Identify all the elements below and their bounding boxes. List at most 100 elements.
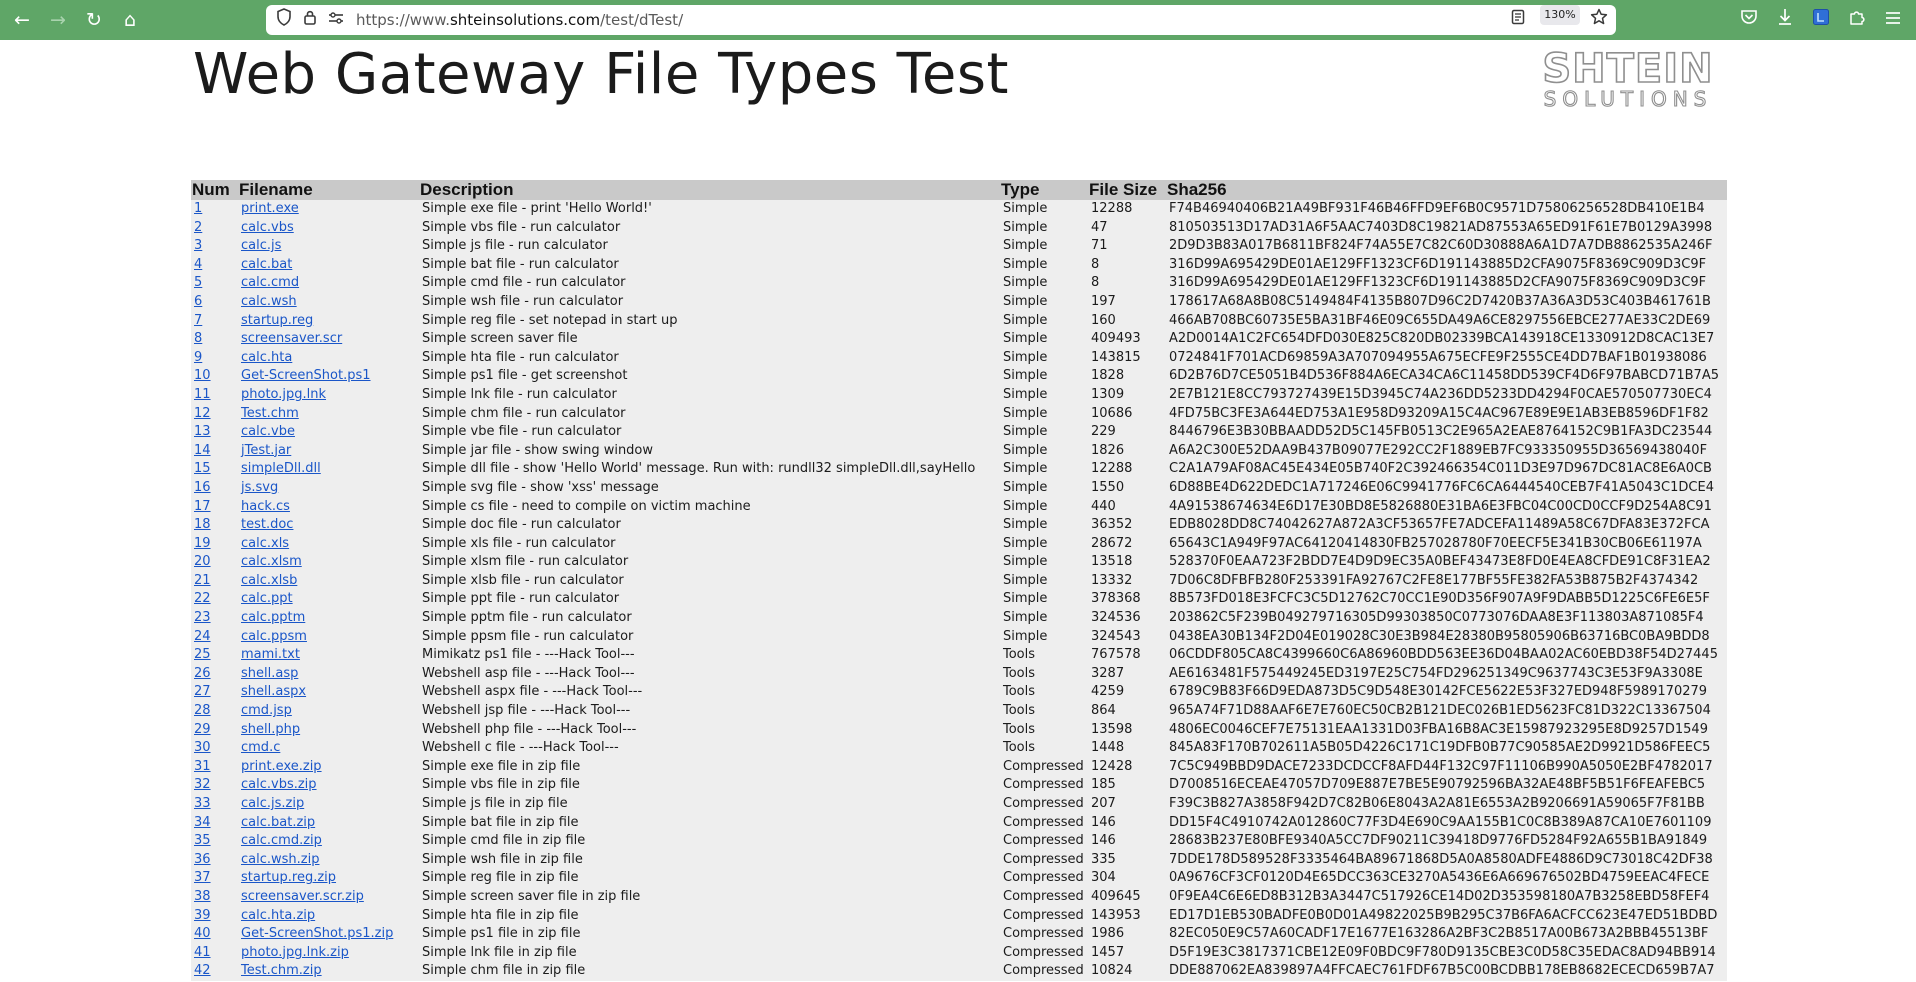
row-filename-link[interactable]: shell.aspx [241,684,306,699]
row-filename-link[interactable]: calc.cmd.zip [241,833,322,848]
row-filename-link[interactable]: Test.chm.zip [241,963,322,978]
zoom-indicator[interactable]: 130% [1540,5,1580,25]
row-num-link[interactable]: 14 [194,443,211,458]
row-filename-link[interactable]: hack.cs [241,499,290,514]
lock-icon[interactable] [298,8,322,32]
row-filename-link[interactable]: calc.vbe [241,424,295,439]
row-filename-link[interactable]: cmd.jsp [241,703,292,718]
row-filename-link[interactable]: shell.php [241,722,300,737]
extension-badge-icon[interactable] [1808,8,1834,32]
row-num-link[interactable]: 41 [194,945,211,960]
row-filename-link[interactable]: simpleDll.dll [241,461,321,476]
row-num-link[interactable]: 38 [194,889,211,904]
row-num-link[interactable]: 33 [194,796,211,811]
row-filename-link[interactable]: calc.bat.zip [241,815,315,830]
row-num-link[interactable]: 37 [194,870,211,885]
row-num-link[interactable]: 19 [194,536,211,551]
row-num-link[interactable]: 3 [194,238,202,253]
row-num-link[interactable]: 31 [194,759,211,774]
row-num-link[interactable]: 10 [194,368,211,383]
row-num-link[interactable]: 26 [194,666,211,681]
row-num-link[interactable]: 23 [194,610,211,625]
row-filename-link[interactable]: calc.vbs.zip [241,777,317,792]
row-num-link[interactable]: 24 [194,629,211,644]
row-filename-link[interactable]: calc.pptm [241,610,305,625]
row-filename-link[interactable]: test.doc [241,517,293,532]
row-num-link[interactable]: 18 [194,517,211,532]
row-filename-link[interactable]: Get-ScreenShot.ps1 [241,368,371,383]
row-num-link[interactable]: 17 [194,499,211,514]
extensions-puzzle-icon[interactable] [1844,8,1870,32]
row-num-link[interactable]: 21 [194,573,211,588]
row-num-link[interactable]: 16 [194,480,211,495]
row-filename-link[interactable]: calc.wsh [241,294,297,309]
row-num-link[interactable]: 12 [194,406,211,421]
row-filename-link[interactable]: shell.asp [241,666,298,681]
row-filename-link[interactable]: screensaver.scr.zip [241,889,364,904]
row-num-link[interactable]: 8 [194,331,202,346]
reload-icon[interactable]: ↻ [80,8,108,32]
row-num-link[interactable]: 40 [194,926,211,941]
row-num-link[interactable]: 30 [194,740,211,755]
row-filename-link[interactable]: jTest.jar [241,443,291,458]
row-filename-link[interactable]: calc.cmd [241,275,299,290]
row-num-link[interactable]: 39 [194,908,211,923]
row-num-link[interactable]: 27 [194,684,211,699]
row-num-link[interactable]: 22 [194,591,211,606]
row-num-link[interactable]: 6 [194,294,202,309]
row-filename-link[interactable]: cmd.c [241,740,280,755]
back-arrow-icon[interactable]: ← [8,8,36,32]
row-filename-link[interactable]: print.exe.zip [241,759,322,774]
permissions-icon[interactable] [324,8,348,32]
row-filename-link[interactable]: Test.chm [241,406,299,421]
row-num-link[interactable]: 29 [194,722,211,737]
row-num-link[interactable]: 2 [194,220,202,235]
shield-icon[interactable] [272,8,296,32]
row-num-link[interactable]: 7 [194,313,202,328]
row-num-link[interactable]: 35 [194,833,211,848]
row-filename-link[interactable]: calc.xlsb [241,573,297,588]
row-filename-link[interactable]: calc.hta [241,350,292,365]
row-filename-link[interactable]: calc.xls [241,536,289,551]
row-num-link[interactable]: 34 [194,815,211,830]
url-bar[interactable]: https://www.shteinsolutions.com/test/dTe… [266,5,1616,35]
row-num-link[interactable]: 32 [194,777,211,792]
row-num-link[interactable]: 9 [194,350,202,365]
row-filename-link[interactable]: print.exe [241,201,299,216]
row-filename-link[interactable]: calc.vbs [241,220,294,235]
row-num-link[interactable]: 4 [194,257,202,272]
row-filename-link[interactable]: calc.hta.zip [241,908,315,923]
row-filename-link[interactable]: calc.js [241,238,281,253]
row-num-link[interactable]: 25 [194,647,211,662]
row-filename-link[interactable]: calc.ppt [241,591,293,606]
row-filename-link[interactable]: js.svg [241,480,278,495]
url-text[interactable]: https://www.shteinsolutions.com/test/dTe… [356,5,683,35]
row-filename-link[interactable]: screensaver.scr [241,331,342,346]
row-filename-link[interactable]: calc.ppsm [241,629,307,644]
row-filename-link[interactable]: calc.js.zip [241,796,304,811]
row-filename-link[interactable]: Get-ScreenShot.ps1.zip [241,926,393,941]
row-num-link[interactable]: 11 [194,387,211,402]
row-num-link[interactable]: 13 [194,424,211,439]
row-filename-link[interactable]: calc.bat [241,257,292,272]
row-num-link[interactable]: 28 [194,703,211,718]
row-filename-link[interactable]: photo.jpg.lnk.zip [241,945,349,960]
pocket-icon[interactable] [1736,8,1762,32]
row-filename-link[interactable]: startup.reg.zip [241,870,336,885]
forward-arrow-icon[interactable]: → [44,8,72,32]
reader-mode-icon[interactable] [1506,8,1530,32]
row-num-link[interactable]: 1 [194,201,202,216]
row-num-link[interactable]: 5 [194,275,202,290]
row-num-link[interactable]: 42 [194,963,211,978]
row-num-link[interactable]: 20 [194,554,211,569]
home-icon[interactable]: ⌂ [116,8,144,32]
row-filename-link[interactable]: mami.txt [241,647,300,662]
row-num-link[interactable]: 36 [194,852,211,867]
hamburger-menu-icon[interactable] [1880,8,1906,32]
row-filename-link[interactable]: calc.xlsm [241,554,302,569]
row-num-link[interactable]: 15 [194,461,211,476]
bookmark-star-icon[interactable] [1587,8,1611,32]
row-filename-link[interactable]: startup.reg [241,313,313,328]
row-filename-link[interactable]: calc.wsh.zip [241,852,319,867]
downloads-icon[interactable] [1772,8,1798,32]
